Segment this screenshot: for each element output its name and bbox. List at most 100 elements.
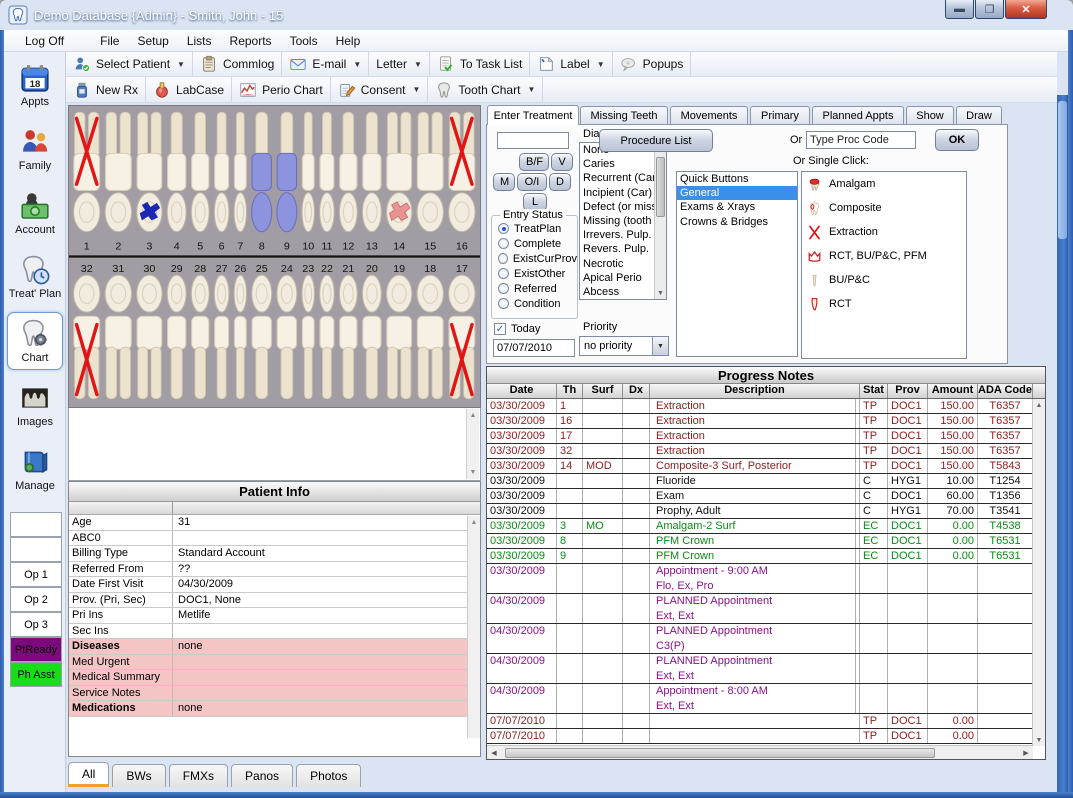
tooth-25[interactable]: 25 xyxy=(252,263,272,399)
toolbar-button-tooth-chart[interactable]: Tooth Chart▼ xyxy=(428,77,543,102)
progress-note-row[interactable]: 03/30/200917ExtractionTPDOC1150.00T6357 xyxy=(487,429,1033,444)
column-header-surf[interactable]: Surf xyxy=(583,384,623,398)
quick-list-option[interactable]: General xyxy=(677,186,797,200)
column-header-th[interactable]: Th xyxy=(557,384,583,398)
quick-list-option[interactable]: Crowns & Bridges xyxy=(677,215,797,229)
today-checkbox[interactable]: ✓ xyxy=(494,323,506,335)
tooth-24[interactable]: 24 xyxy=(277,263,297,399)
operatory-button-op-2[interactable]: Op 2 xyxy=(10,587,62,612)
entry-status-radio-condition[interactable]: Condition xyxy=(498,296,577,311)
window-vscrollbar[interactable] xyxy=(1057,95,1068,792)
column-header-prov[interactable]: Prov xyxy=(888,384,928,398)
sidebar-item-manage[interactable]: Manage xyxy=(7,440,63,498)
tooth-18[interactable]: 18 xyxy=(417,263,443,399)
progress-notes-vscrollbar[interactable]: ▲ ▼ xyxy=(1032,399,1045,746)
tooth-27[interactable]: 27 xyxy=(214,263,229,399)
toolbar-button-select-patient[interactable]: Select Patient▼ xyxy=(66,52,193,76)
tooth-chart-graphic[interactable]: 1322313304295286277268259241023112212211… xyxy=(68,105,481,408)
radio-icon[interactable] xyxy=(498,268,509,279)
entry-status-radio-existcurprov[interactable]: ExistCurProv xyxy=(498,251,577,266)
diagnosis-scrollbar[interactable]: ▲ ▼ xyxy=(654,143,666,299)
toolbar-button-labcase[interactable]: LabCase xyxy=(146,77,232,102)
diagnosis-option[interactable]: Necrotic xyxy=(580,257,655,271)
quick-list-option[interactable]: Quick Buttons xyxy=(677,172,797,186)
operatory-button-op-1[interactable]: Op 1 xyxy=(10,562,62,587)
toolbar-button-new-rx[interactable]: New Rx xyxy=(66,77,146,102)
tooth-1[interactable]: 1 xyxy=(74,112,100,252)
tooth-16[interactable]: 16 xyxy=(449,112,475,252)
priority-dropdown[interactable]: no priority ▼ xyxy=(579,336,669,356)
progress-note-row[interactable]: 04/30/2009Appointment - 8:00 AMExt, Ext xyxy=(487,684,1033,714)
radio-icon[interactable] xyxy=(498,238,509,249)
diagnosis-option[interactable]: Defect (or miss xyxy=(580,200,655,214)
diagnosis-option[interactable]: Missing (tooth s xyxy=(580,214,655,228)
surface-button-o-i[interactable]: O/I xyxy=(517,173,547,191)
single-click-listbox[interactable]: AmalgamCompositeExtractionRCT, BU/P&C, P… xyxy=(801,171,967,359)
maximize-button[interactable]: ❐ xyxy=(975,0,1004,19)
chevron-down-icon[interactable]: ▼ xyxy=(177,60,185,69)
image-tab-panos[interactable]: Panos xyxy=(231,764,293,787)
surface-button-v[interactable]: V xyxy=(551,153,573,171)
close-button[interactable]: ✕ xyxy=(1005,0,1047,19)
scroll-up-icon[interactable]: ▲ xyxy=(1033,399,1045,411)
toolbar-button-consent[interactable]: Consent▼ xyxy=(331,77,429,102)
surface-button-b-f[interactable]: B/F xyxy=(519,153,549,171)
menu-item-log-off[interactable]: Log Off xyxy=(16,32,73,50)
tab-movements[interactable]: Movements xyxy=(670,106,748,125)
entry-status-radio-complete[interactable]: Complete xyxy=(498,236,577,251)
single-click-rct[interactable]: RCT xyxy=(802,292,966,316)
progress-note-row[interactable]: 03/30/20093MOAmalgam-2 SurfECDOC10.00T45… xyxy=(487,519,1033,534)
toolbar-button-label[interactable]: Label▼ xyxy=(530,52,612,76)
tab-enter-treatment[interactable]: Enter Treatment xyxy=(487,105,579,125)
chevron-down-icon[interactable]: ▼ xyxy=(597,60,605,69)
surface-button-d[interactable]: D xyxy=(549,173,571,191)
chevron-down-icon[interactable]: ▼ xyxy=(414,60,422,69)
quick-buttons-listbox[interactable]: Quick ButtonsGeneralExams & XraysCrowns … xyxy=(676,171,798,357)
diagnosis-option[interactable]: Recurrent (Car) xyxy=(580,171,655,185)
progress-note-row[interactable]: 07/07/2010TPDOC10.00 xyxy=(487,729,1033,744)
image-tab-all[interactable]: All xyxy=(68,762,109,787)
procedure-list-button[interactable]: Procedure List xyxy=(599,129,713,152)
menu-item-lists[interactable]: Lists xyxy=(178,32,221,50)
tooth-19[interactable]: 19 xyxy=(386,263,411,399)
toolbar-button-letter[interactable]: Letter▼ xyxy=(369,52,430,76)
scroll-down-icon[interactable]: ▼ xyxy=(655,287,666,299)
tab-missing-teeth[interactable]: Missing Teeth xyxy=(580,106,668,125)
toolbar-button-perio-chart[interactable]: Perio Chart xyxy=(232,77,331,102)
tooth-7[interactable]: 7 xyxy=(234,112,246,252)
diagnosis-option[interactable]: Incipient (Car) xyxy=(580,186,655,200)
progress-note-row[interactable]: 04/30/2009PLANNED AppointmentC3(P) xyxy=(487,624,1033,654)
column-header-stat[interactable]: Stat xyxy=(860,384,888,398)
single-click-extraction[interactable]: Extraction xyxy=(802,220,966,244)
today-checkbox-row[interactable]: ✓ Today xyxy=(494,323,540,335)
tooth-6[interactable]: 6 xyxy=(214,112,229,252)
sidebar-item-treat-plan[interactable]: Treat' Plan xyxy=(7,248,63,306)
scroll-thumb[interactable] xyxy=(656,157,665,217)
menu-item-file[interactable]: File xyxy=(91,32,128,50)
tooth-30[interactable]: 30 xyxy=(137,263,162,399)
chevron-down-icon[interactable]: ▼ xyxy=(353,60,361,69)
tab-show[interactable]: Show xyxy=(906,106,954,125)
progress-note-row[interactable]: 03/30/20091ExtractionTPDOC1150.00T6357 xyxy=(487,399,1033,414)
tooth-17[interactable]: 17 xyxy=(449,263,475,399)
image-tab-fmxs[interactable]: FMXs xyxy=(169,764,228,787)
single-click-amalgam[interactable]: Amalgam xyxy=(802,172,966,196)
operatory-button-empty[interactable] xyxy=(10,512,62,537)
scroll-down-icon[interactable]: ▼ xyxy=(1033,734,1045,746)
tooth-32[interactable]: 32 xyxy=(74,263,100,399)
single-click-bu-p-c[interactable]: BU/P&C xyxy=(802,268,966,292)
chevron-down-icon[interactable]: ▼ xyxy=(652,337,668,355)
minimize-button[interactable]: ▬ xyxy=(945,0,974,19)
tooth-10[interactable]: 10 xyxy=(302,112,314,252)
toolbar-button-popups[interactable]: Popups xyxy=(613,52,692,76)
tooth-15[interactable]: 15 xyxy=(417,112,443,252)
entry-status-radio-referred[interactable]: Referred xyxy=(498,281,577,296)
entry-status-radio-treatplan[interactable]: TreatPlan xyxy=(498,221,577,236)
tooth-23[interactable]: 23 xyxy=(302,263,314,399)
toolbar-button-commlog[interactable]: Commlog xyxy=(193,52,282,76)
tooth-chart-svg[interactable]: 1322313304295286277268259241023112212211… xyxy=(69,106,480,407)
tooth-14[interactable]: 14 xyxy=(386,112,411,252)
progress-note-row[interactable]: 03/30/200916ExtractionTPDOC1150.00T6357 xyxy=(487,414,1033,429)
sidebar-item-account[interactable]: Account xyxy=(7,184,63,242)
toolbar-button-to-task-list[interactable]: To Task List xyxy=(430,52,530,76)
